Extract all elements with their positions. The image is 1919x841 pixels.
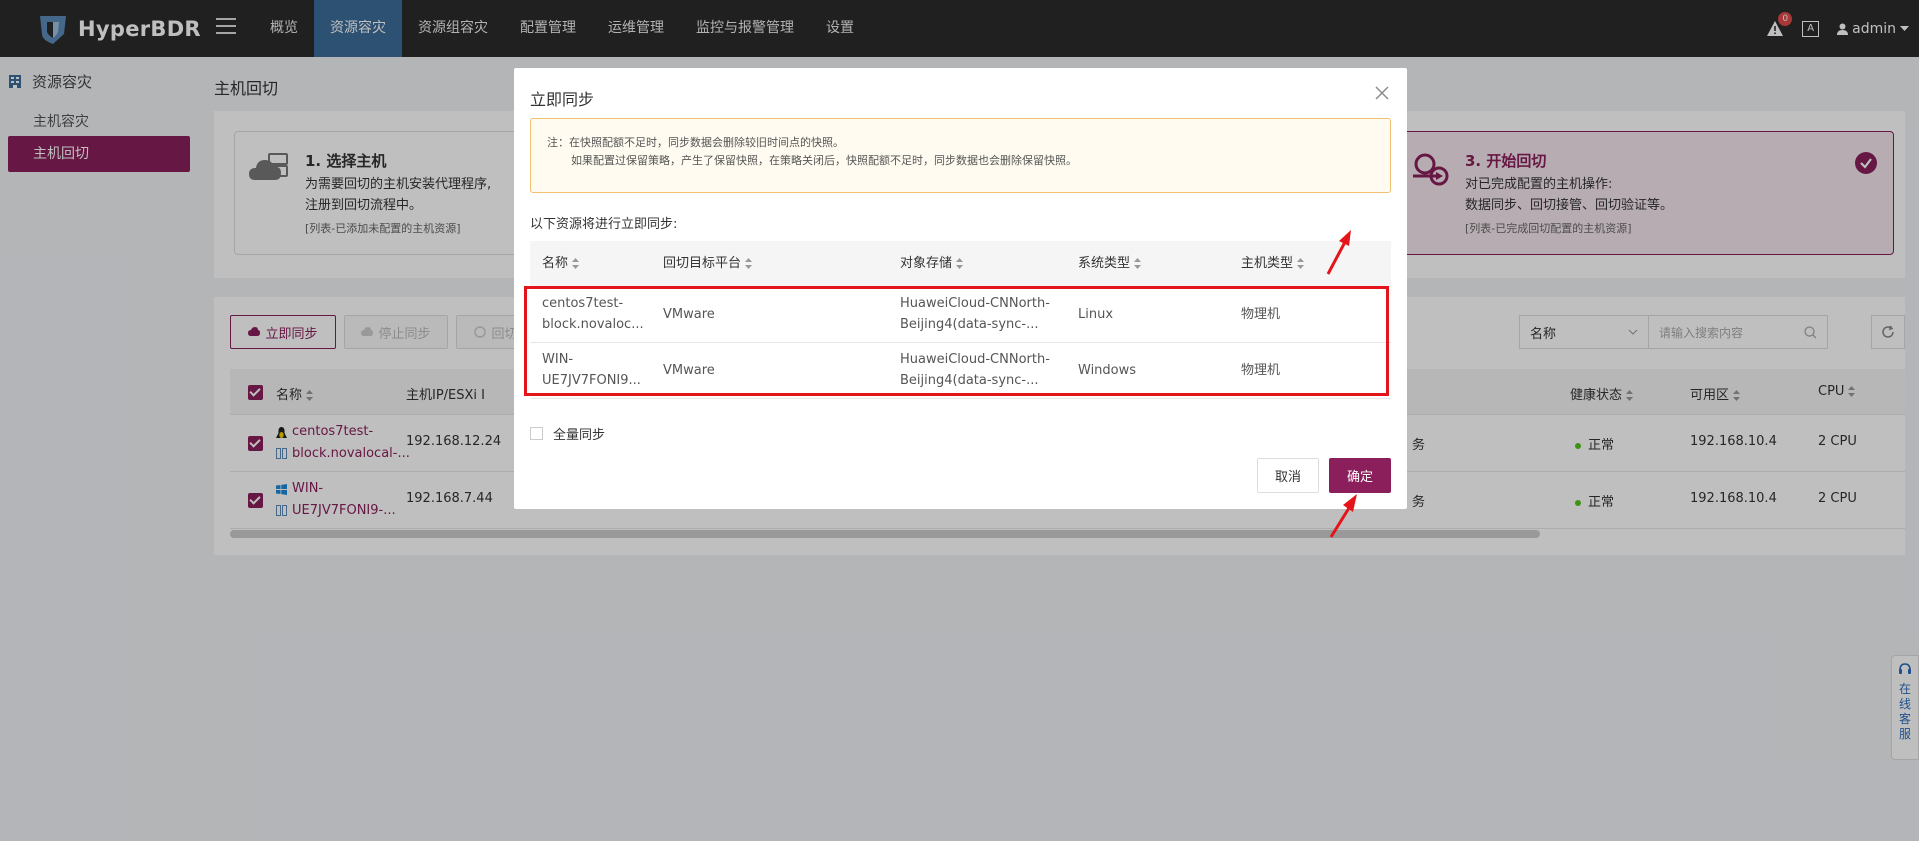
dcol-host-type[interactable]: 主机类型 bbox=[1241, 253, 1305, 274]
sort-icon bbox=[572, 258, 580, 269]
highlight-annotation-box bbox=[524, 286, 1389, 396]
full-sync-box[interactable] bbox=[530, 427, 543, 440]
sort-icon bbox=[745, 258, 753, 269]
dcol-storage[interactable]: 对象存储 bbox=[900, 253, 964, 274]
sort-icon bbox=[1297, 258, 1305, 269]
dialog-table-header: 名称 回切目标平台 对象存储 系统类型 主机类型 bbox=[530, 241, 1391, 287]
notice-line1: 注：在快照配额不足时，同步数据会删除较旧时间点的快照。 bbox=[547, 136, 844, 149]
full-sync-label: 全量同步 bbox=[553, 428, 606, 443]
dcol-os[interactable]: 系统类型 bbox=[1078, 253, 1142, 274]
annotation-arrow-icon bbox=[1329, 494, 1357, 538]
full-sync-checkbox[interactable]: 全量同步 bbox=[530, 424, 605, 443]
cancel-button[interactable]: 取消 bbox=[1257, 458, 1319, 493]
notice-box: 注：在快照配额不足时，同步数据会删除较旧时间点的快照。 如果配置过保留策略，产生… bbox=[530, 118, 1391, 193]
dialog-title: 立即同步 bbox=[530, 90, 595, 109]
close-icon[interactable] bbox=[1375, 86, 1389, 100]
sort-icon bbox=[956, 258, 964, 269]
annotation-arrow-icon bbox=[1326, 230, 1351, 275]
notice-line2: 如果配置过保留策略，产生了保留快照，在策略关闭后，快照配额不足时，同步数据也会删… bbox=[571, 154, 1077, 167]
dcol-platform[interactable]: 回切目标平台 bbox=[663, 253, 753, 274]
sort-icon bbox=[1134, 258, 1142, 269]
dcol-name[interactable]: 名称 bbox=[542, 253, 580, 274]
sync-now-dialog: 立即同步 注：在快照配额不足时，同步数据会删除较旧时间点的快照。 如果配置过保留… bbox=[514, 68, 1407, 509]
confirm-button[interactable]: 确定 bbox=[1329, 458, 1391, 493]
resource-list-label: 以下资源将进行立即同步: bbox=[530, 217, 678, 232]
